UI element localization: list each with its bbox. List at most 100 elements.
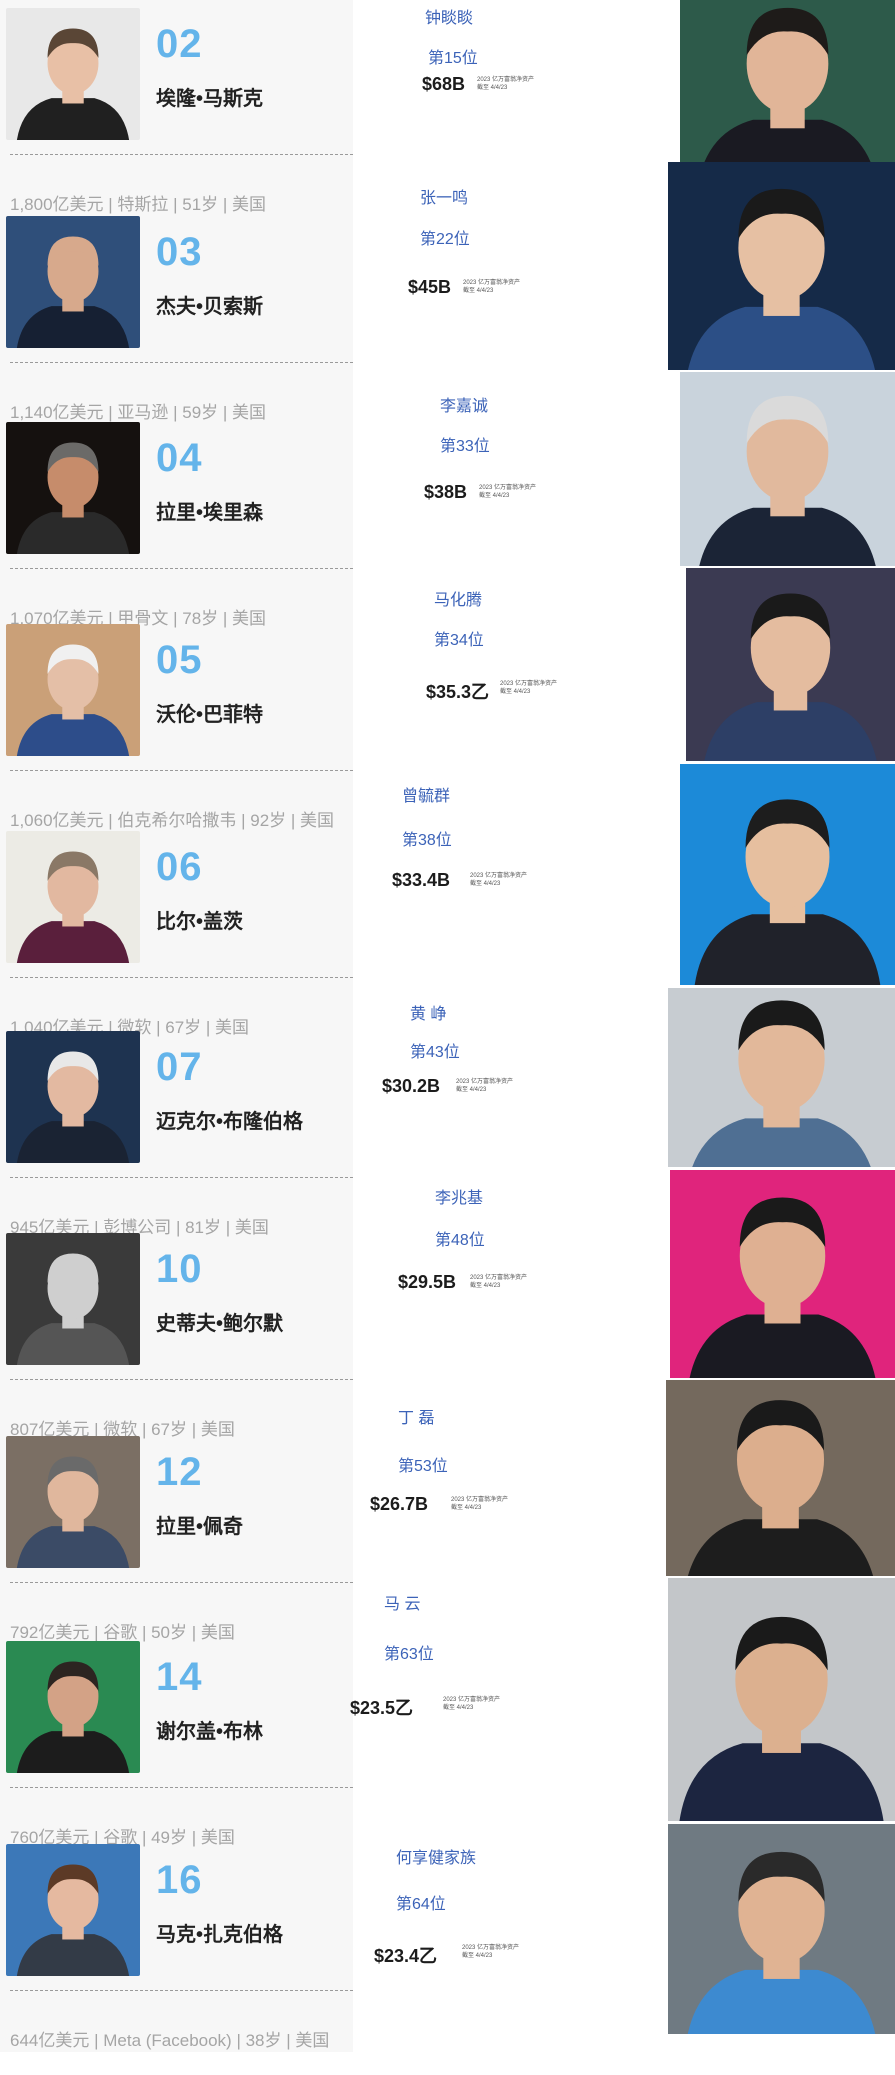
portrait-illustration xyxy=(6,216,140,348)
portrait-illustration xyxy=(668,1578,895,1821)
billionaire-rank: 第33位 xyxy=(440,438,490,455)
rank-number: 05 xyxy=(156,638,203,682)
person-name: 马克•扎克伯格 xyxy=(156,1924,284,1946)
ranking-row: 07 迈克尔•布隆伯格 945亿美元 | 彭博公司 | 81岁 | 美国 xyxy=(0,1023,353,1237)
person-name: 杰夫•贝索斯 xyxy=(156,296,264,318)
dashed-divider xyxy=(10,1990,353,1991)
portrait-illustration xyxy=(680,372,895,566)
billionaire-photo xyxy=(668,988,895,1167)
caption-line: 2023 亿万富翁净资产 xyxy=(462,1945,520,1951)
billionaire-name: 李嘉诚 xyxy=(440,398,489,415)
net-worth-caption: 2023 亿万富翁净资产 截至 4/4/23 xyxy=(470,1274,527,1290)
net-worth-value: $23.5乙 xyxy=(350,1698,414,1718)
caption-date: 截至 4/4/23 xyxy=(479,493,510,499)
net-worth-value: $38B xyxy=(424,482,468,502)
net-worth-caption: 2023 亿万富翁净资产 截至 4/4/23 xyxy=(451,1496,508,1512)
dashed-divider xyxy=(10,1177,353,1178)
billionaire-photo xyxy=(668,162,895,370)
caption-date: 截至 4/4/23 xyxy=(443,1705,474,1711)
dashed-divider xyxy=(10,1787,353,1788)
portrait-illustration xyxy=(680,0,895,162)
portrait-illustration xyxy=(6,422,140,554)
portrait-illustration xyxy=(6,1436,140,1568)
rank-number: 10 xyxy=(156,1247,203,1291)
net-worth-value: $26.7B xyxy=(370,1494,429,1514)
caption-date: 截至 4/4/23 xyxy=(463,288,494,294)
person-photo xyxy=(6,422,140,554)
dashed-divider xyxy=(10,568,353,569)
caption-line: 2023 亿万富翁净资产 xyxy=(470,873,528,879)
dashed-divider xyxy=(10,362,353,363)
portrait-illustration xyxy=(668,988,895,1167)
person-name: 比尔•盖茨 xyxy=(156,911,244,933)
net-worth-caption: 2023 亿万富翁净资产 截至 4/4/23 xyxy=(477,76,534,92)
net-worth-value: $45B xyxy=(408,277,452,297)
person-name: 谢尔盖•布林 xyxy=(156,1721,264,1743)
billionaire-name: 黄 峥 xyxy=(410,1006,447,1023)
caption-line: 2023 亿万富翁净资产 xyxy=(477,77,535,83)
dashed-divider xyxy=(10,1379,353,1380)
portrait-illustration xyxy=(6,831,140,963)
ranking-row: 14 谢尔盖•布林 760亿美元 | 谷歌 | 49岁 | 美国 xyxy=(0,1633,353,1847)
person-name: 史蒂夫•鲍尔默 xyxy=(156,1313,284,1335)
net-worth-caption: 2023 亿万富翁净资产 截至 4/4/23 xyxy=(463,279,520,295)
caption-date: 截至 4/4/23 xyxy=(470,1283,501,1289)
caption-line: 2023 亿万富翁净资产 xyxy=(500,681,558,687)
portrait-illustration xyxy=(686,568,895,761)
net-worth-caption: 2023 亿万富翁净资产 截至 4/4/23 xyxy=(479,484,536,500)
person-photo xyxy=(6,1641,140,1773)
net-worth-caption: 2023 亿万富翁净资产 截至 4/4/23 xyxy=(462,1944,519,1960)
portrait-illustration xyxy=(6,624,140,756)
billionaire-photo xyxy=(666,1380,895,1576)
billionaire-rank: 第38位 xyxy=(402,832,452,849)
billionaire-name: 李兆基 xyxy=(435,1190,484,1207)
caption-date: 截至 4/4/23 xyxy=(477,85,508,91)
net-worth-caption: 2023 亿万富翁净资产 截至 4/4/23 xyxy=(456,1078,513,1094)
billionaire-photo xyxy=(668,1578,895,1821)
left-ranking-panel: 02 埃隆•马斯克 1,800亿美元 | 特斯拉 | 51岁 | 美国 03 杰夫•贝索… xyxy=(0,0,353,2052)
billionaire-name: 马 云 xyxy=(384,1596,421,1613)
person-photo xyxy=(6,216,140,348)
rank-number: 06 xyxy=(156,845,203,889)
caption-date: 截至 4/4/23 xyxy=(462,1953,493,1959)
net-worth-caption: 2023 亿万富翁净资产 截至 4/4/23 xyxy=(500,680,557,696)
person-photo xyxy=(6,831,140,963)
billionaire-photo xyxy=(668,1824,895,2034)
billionaire-rank: 第64位 xyxy=(396,1896,446,1913)
ranking-row: 12 拉里•佩奇 792亿美元 | 谷歌 | 50岁 | 美国 xyxy=(0,1428,353,1642)
billionaire-name: 何享健家族 xyxy=(396,1850,477,1867)
billionaire-rank: 第22位 xyxy=(420,231,470,248)
billionaire-name: 马化腾 xyxy=(434,592,483,609)
caption-line: 2023 亿万富翁净资产 xyxy=(479,485,537,491)
person-photo xyxy=(6,1436,140,1568)
caption-date: 截至 4/4/23 xyxy=(470,881,501,887)
rank-number: 02 xyxy=(156,22,203,66)
billionaire-rank: 第63位 xyxy=(384,1646,434,1663)
portrait-illustration xyxy=(6,8,140,140)
billionaire-photo xyxy=(680,764,895,985)
caption-line: 2023 亿万富翁净资产 xyxy=(451,1497,509,1503)
dashed-divider xyxy=(10,770,353,771)
net-worth-caption: 2023 亿万富翁净资产 截至 4/4/23 xyxy=(470,872,527,888)
person-photo xyxy=(6,624,140,756)
billionaire-name: 张一鸣 xyxy=(420,190,469,207)
billionaire-name: 曾毓群 xyxy=(402,788,451,805)
ranking-row: 04 拉里•埃里森 1,070亿美元 | 甲骨文 | 78岁 | 美国 xyxy=(0,414,353,628)
ranking-row: 16 马克•扎克伯格 644亿美元 | Meta (Facebook) | 38岁 … xyxy=(0,1836,353,2050)
dashed-divider xyxy=(10,1582,353,1583)
person-meta: 644亿美元 | Meta (Facebook) | 38岁 | 美国 xyxy=(10,2031,330,2050)
caption-line: 2023 亿万富翁净资产 xyxy=(470,1275,528,1281)
person-name: 沃伦•巴菲特 xyxy=(156,704,264,726)
person-photo xyxy=(6,1233,140,1365)
net-worth-caption: 2023 亿万富翁净资产 截至 4/4/23 xyxy=(443,1696,500,1712)
net-worth-value: $35.3乙 xyxy=(426,682,490,702)
ranking-row: 03 杰夫•贝索斯 1,140亿美元 | 亚马逊 | 59岁 | 美国 xyxy=(0,208,353,422)
rank-number: 12 xyxy=(156,1450,203,1494)
portrait-illustration xyxy=(666,1380,895,1576)
caption-line: 2023 亿万富翁净资产 xyxy=(443,1697,501,1703)
billionaire-rank: 第15位 xyxy=(428,50,478,67)
rank-number: 03 xyxy=(156,230,203,274)
portrait-illustration xyxy=(6,1641,140,1773)
person-photo xyxy=(6,1844,140,1976)
net-worth-value: $29.5B xyxy=(398,1272,457,1292)
